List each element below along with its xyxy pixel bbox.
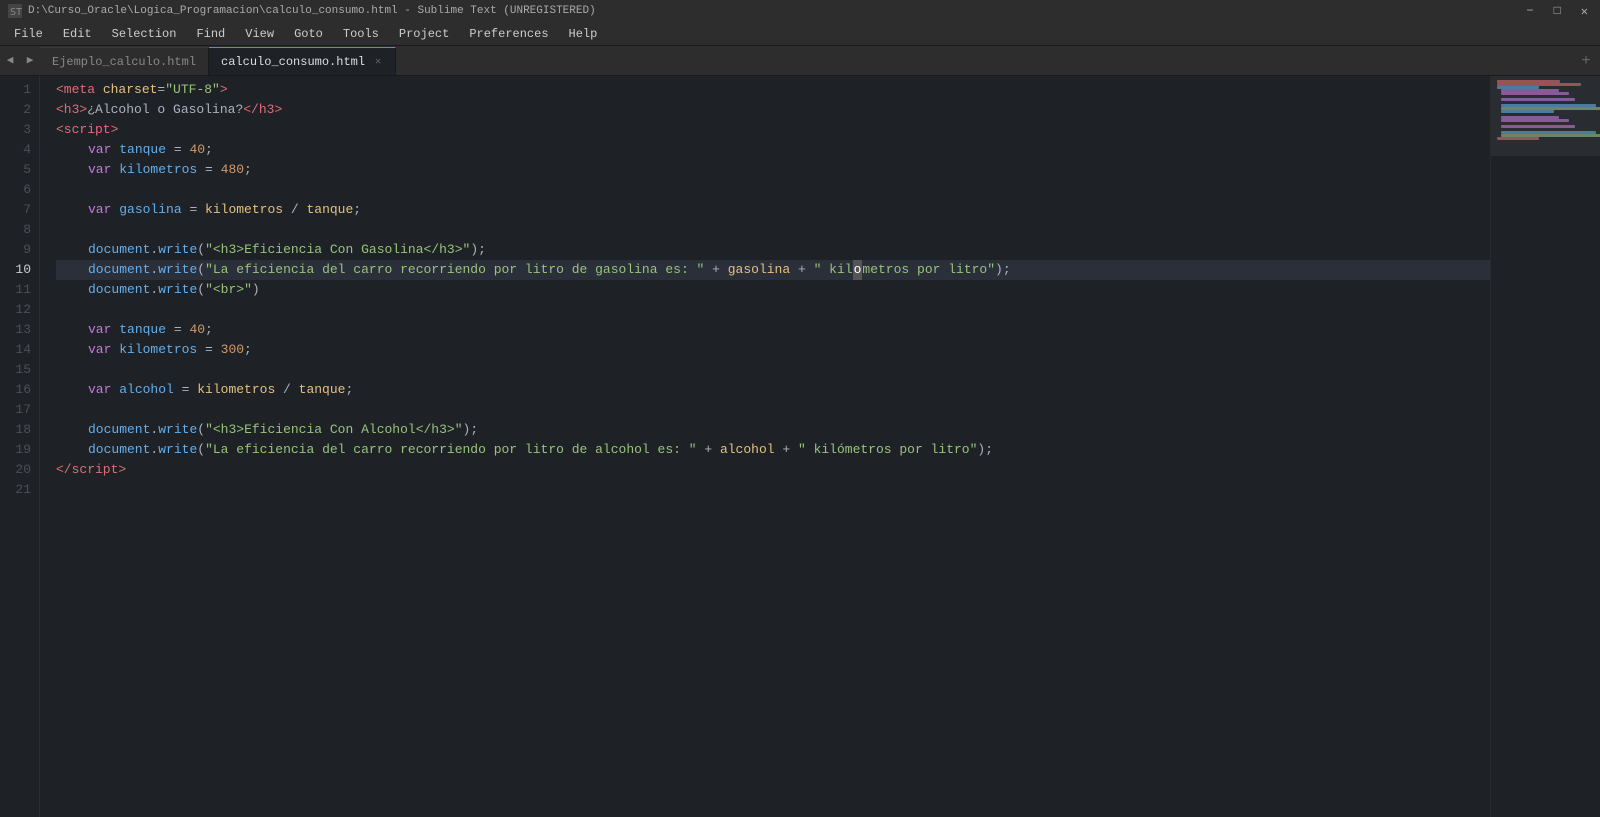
- line-num-17: 17: [0, 400, 31, 420]
- new-tab-button[interactable]: +: [1572, 47, 1600, 75]
- code-line-6: [56, 180, 1490, 200]
- code-editor[interactable]: <meta charset="UTF-8"> <h3>¿Alcohol o Ga…: [40, 76, 1490, 817]
- title-bar-left: ST D:\Curso_Oracle\Logica_Programacion\c…: [8, 4, 596, 18]
- tab-next-button[interactable]: ▶: [20, 45, 40, 75]
- menu-help[interactable]: Help: [559, 25, 608, 43]
- window-title: D:\Curso_Oracle\Logica_Programacion\calc…: [28, 5, 596, 17]
- menu-goto[interactable]: Goto: [284, 25, 333, 43]
- svg-text:ST: ST: [10, 7, 22, 18]
- close-button[interactable]: ✕: [1577, 2, 1592, 21]
- line-num-11: 11: [0, 280, 31, 300]
- menu-tools[interactable]: Tools: [333, 25, 389, 43]
- line-num-9: 9: [0, 240, 31, 260]
- line-num-2: 2: [0, 100, 31, 120]
- code-line-14: var kilometros = 300;: [56, 340, 1490, 360]
- menu-selection[interactable]: Selection: [102, 25, 187, 43]
- code-line-1: <meta charset="UTF-8">: [56, 80, 1490, 100]
- code-line-8: [56, 220, 1490, 240]
- line-num-6: 6: [0, 180, 31, 200]
- mini-line-16: [1501, 125, 1575, 128]
- line-num-12: 12: [0, 300, 31, 320]
- minimap: [1490, 76, 1600, 817]
- line-num-7: 7: [0, 200, 31, 220]
- code-line-15: [56, 360, 1490, 380]
- menu-view[interactable]: View: [235, 25, 284, 43]
- line-num-19: 19: [0, 440, 31, 460]
- title-bar-controls[interactable]: − □ ✕: [1522, 2, 1592, 21]
- minimize-button[interactable]: −: [1522, 2, 1537, 20]
- tab-calculo[interactable]: calculo_consumo.html ✕: [209, 47, 396, 75]
- mini-line-11: [1501, 110, 1554, 113]
- title-bar: ST D:\Curso_Oracle\Logica_Programacion\c…: [0, 0, 1600, 22]
- code-line-5: var kilometros = 480;: [56, 160, 1490, 180]
- code-line-4: var tanque = 40;: [56, 140, 1490, 160]
- code-line-13: var tanque = 40;: [56, 320, 1490, 340]
- line-num-3: 3: [0, 120, 31, 140]
- code-line-3: <script>: [56, 120, 1490, 140]
- line-num-13: 13: [0, 320, 31, 340]
- line-num-14: 14: [0, 340, 31, 360]
- tab-ejemplo[interactable]: Ejemplo_calculo.html: [40, 47, 209, 75]
- code-line-20: </script>: [56, 460, 1490, 480]
- code-line-12: [56, 300, 1490, 320]
- tab-label-calculo: calculo_consumo.html: [221, 55, 365, 69]
- menu-project[interactable]: Project: [389, 25, 459, 43]
- mini-line-7: [1501, 98, 1575, 101]
- editor-container: 1 2 3 4 5 6 7 8 9 10 11 12 13 14 15 16 1…: [0, 76, 1600, 817]
- line-num-10: 10: [0, 260, 31, 280]
- line-num-21: 21: [0, 480, 31, 500]
- menu-bar: File Edit Selection Find View Goto Tools…: [0, 22, 1600, 46]
- menu-file[interactable]: File: [4, 25, 53, 43]
- tab-close-button[interactable]: ✕: [373, 55, 383, 69]
- code-line-17: [56, 400, 1490, 420]
- mini-line-20: [1497, 137, 1539, 140]
- line-num-5: 5: [0, 160, 31, 180]
- code-line-19: document.write("La eficiencia del carro …: [56, 440, 1490, 460]
- menu-preferences[interactable]: Preferences: [459, 25, 558, 43]
- code-line-21: [56, 480, 1490, 500]
- code-line-7: var gasolina = kilometros / tanque;: [56, 200, 1490, 220]
- line-num-16: 16: [0, 380, 31, 400]
- menu-edit[interactable]: Edit: [53, 25, 102, 43]
- tab-bar: ◀ ▶ Ejemplo_calculo.html calculo_consumo…: [0, 46, 1600, 76]
- mini-line-5: [1501, 92, 1569, 95]
- line-num-4: 4: [0, 140, 31, 160]
- line-num-20: 20: [0, 460, 31, 480]
- code-line-10: document.write("La eficiencia del carro …: [56, 260, 1490, 280]
- maximize-button[interactable]: □: [1550, 2, 1565, 20]
- code-line-9: document.write("<h3>Eficiencia Con Gasol…: [56, 240, 1490, 260]
- app-icon: ST: [8, 4, 22, 18]
- code-line-11: document.write("<br>"): [56, 280, 1490, 300]
- code-line-18: document.write("<h3>Eficiencia Con Alcoh…: [56, 420, 1490, 440]
- menu-find[interactable]: Find: [186, 25, 235, 43]
- code-line-2: <h3>¿Alcohol o Gasolina?</h3>: [56, 100, 1490, 120]
- line-num-1: 1: [0, 80, 31, 100]
- line-num-8: 8: [0, 220, 31, 240]
- code-line-16: var alcohol = kilometros / tanque;: [56, 380, 1490, 400]
- line-num-15: 15: [0, 360, 31, 380]
- line-numbers: 1 2 3 4 5 6 7 8 9 10 11 12 13 14 15 16 1…: [0, 76, 40, 817]
- tab-prev-button[interactable]: ◀: [0, 45, 20, 75]
- mini-line-14: [1501, 119, 1569, 122]
- tab-label-ejemplo: Ejemplo_calculo.html: [52, 55, 196, 69]
- line-num-18: 18: [0, 420, 31, 440]
